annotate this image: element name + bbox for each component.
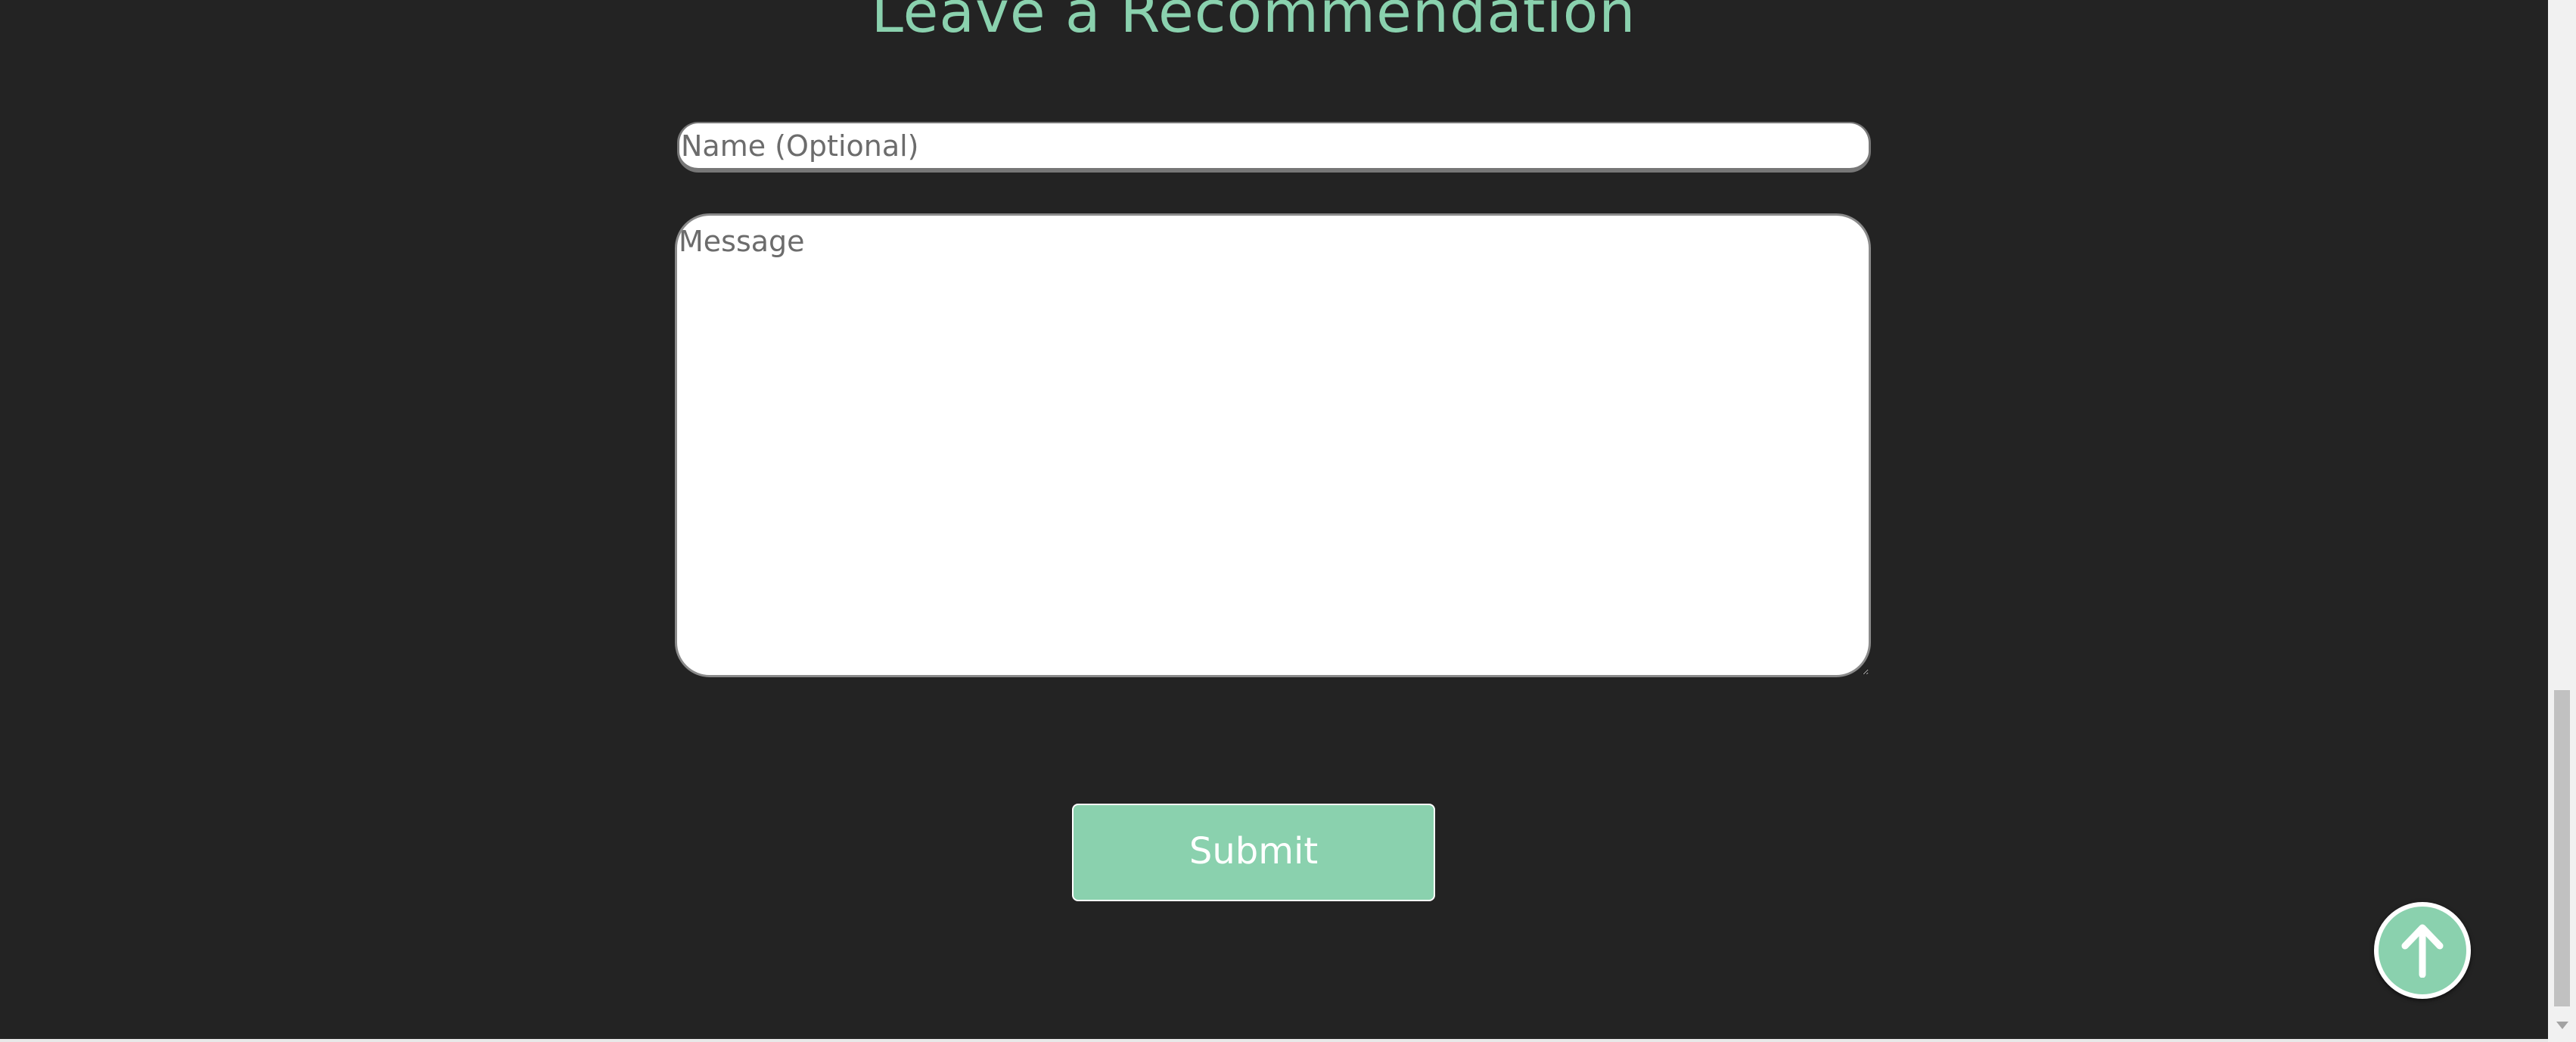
page-viewport: Leave a Recommendation Submit xyxy=(0,0,2548,1042)
name-input[interactable] xyxy=(677,122,1871,173)
arrow-up-icon xyxy=(2401,924,2444,978)
submit-button[interactable]: Submit xyxy=(1072,804,1435,901)
scrollbar-thumb[interactable] xyxy=(2554,690,2570,1006)
message-textarea[interactable] xyxy=(675,213,1871,677)
section-heading: Leave a Recommendation xyxy=(871,0,1636,45)
scroll-down-arrow-icon[interactable] xyxy=(2556,1022,2568,1029)
viewport-bottom-edge xyxy=(0,1039,2548,1042)
scroll-to-top-button[interactable] xyxy=(2374,902,2471,999)
vertical-scrollbar[interactable] xyxy=(2548,0,2576,1042)
